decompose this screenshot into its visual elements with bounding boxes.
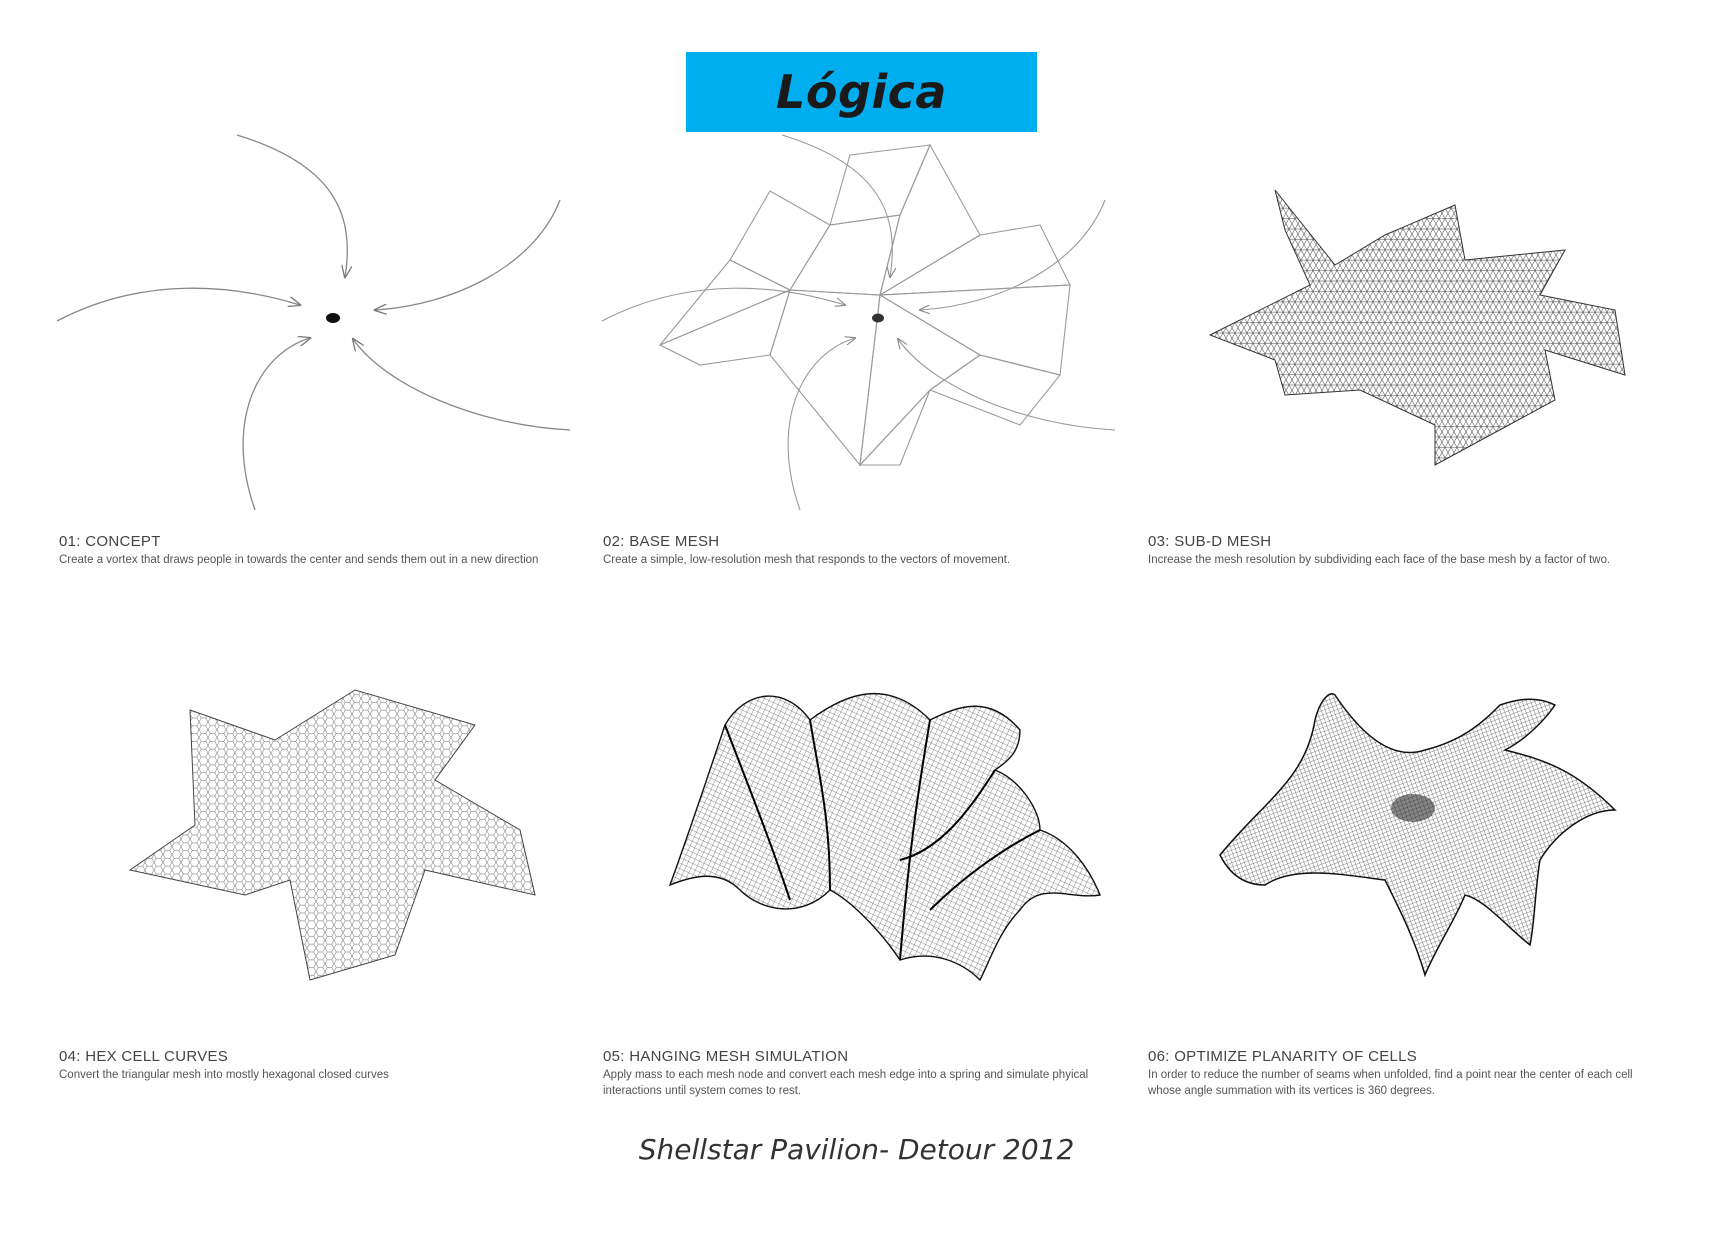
vortex-center [326,313,340,323]
vortex-arrow [375,199,561,310]
base-mesh-lines [658,143,1071,467]
caption-desc: Apply mass to each mesh node and convert… [603,1069,1089,1097]
caption-desc: In order to reduce the number of seams w… [1148,1069,1633,1097]
panel-hanging-mesh [600,660,1120,1000]
vortex-arrow [56,287,300,322]
caption-desc: Create a simple, low-resolution mesh tha… [603,554,1011,566]
panel-planarity [1145,660,1665,1000]
vortex-arrow [353,339,571,431]
subd-mesh-diagram [1208,189,1626,466]
caption-desc: Create a vortex that draws people in tow… [59,554,539,566]
hex-cell-diagram [128,689,536,981]
base-mesh-diagram [601,134,1116,511]
panel-subd-mesh [1145,125,1665,515]
hanging-mesh-shells [668,692,1101,982]
caption-desc: Convert the triangular mesh into mostly … [59,1069,389,1081]
page-title: Lógica [776,65,947,119]
planarity-center [1391,794,1435,822]
planarity-shell [1219,693,1617,978]
caption-desc: Increase the mesh resolution by subdivid… [1148,554,1611,566]
panel-concept [55,125,575,515]
subd-mesh-shape [1208,189,1626,466]
hanging-mesh-diagram [668,692,1101,982]
image-caption: Shellstar Pavilion- Detour 2012 [638,1133,1075,1166]
panel-base-mesh [600,125,1120,515]
caption-title: 05: HANGING MESH SIMULATION [603,1048,849,1065]
vortex-arrow [236,134,347,277]
caption-title: 03: SUB-D MESH [1148,533,1272,550]
hex-cell-shape [128,689,536,981]
caption-title: 04: HEX CELL CURVES [59,1048,229,1065]
caption-title: 01: CONCEPT [59,533,161,550]
caption-title: 02: BASE MESH [603,533,720,550]
vortex-arrow [242,338,310,511]
vortex-diagram [56,134,571,511]
title-banner: Lógica [686,52,1037,132]
panel-hex-cells [55,640,575,1000]
planarity-diagram [1219,693,1617,978]
caption-title: 06: OPTIMIZE PLANARITY OF CELLS [1148,1048,1418,1065]
